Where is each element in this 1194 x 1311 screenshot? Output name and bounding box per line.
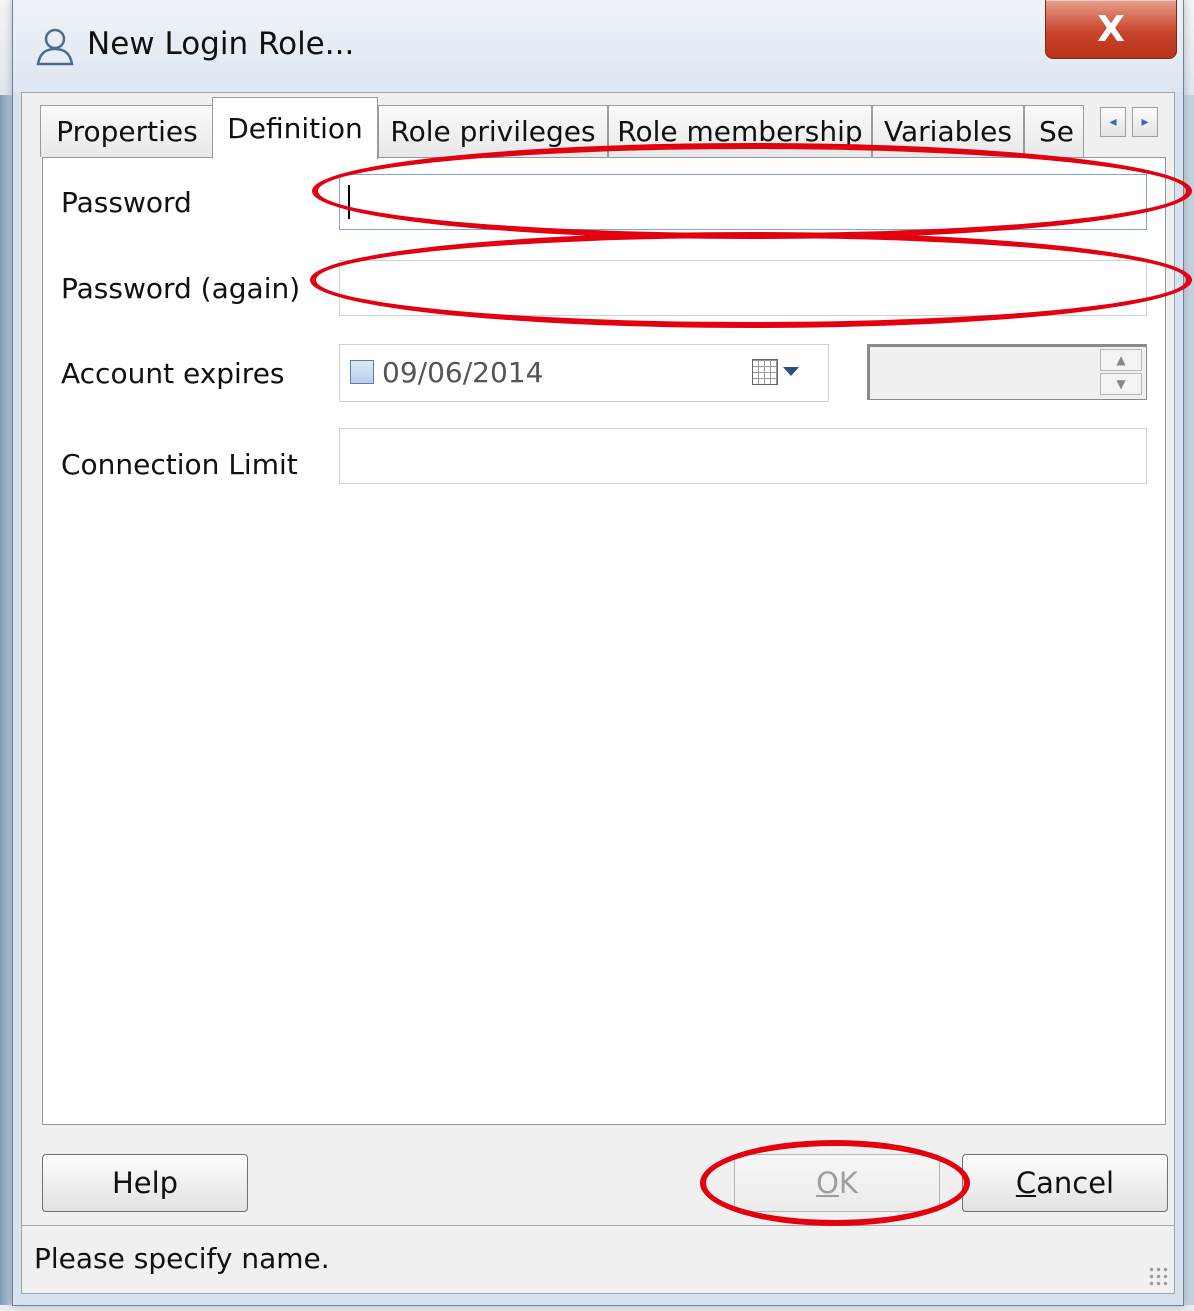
resize-grip-icon[interactable] <box>1148 1266 1168 1286</box>
user-icon <box>36 28 74 66</box>
tab-scroll-right-button[interactable]: ▸ <box>1132 107 1158 137</box>
status-message: Please specify name. <box>34 1242 330 1275</box>
cancel-button[interactable]: Cancel <box>962 1154 1168 1212</box>
connection-limit-field[interactable] <box>339 428 1147 484</box>
tab-label: Properties <box>56 115 198 148</box>
chevron-down-icon[interactable] <box>783 367 799 376</box>
password-again-field[interactable] <box>339 260 1147 316</box>
account-expires-checkbox[interactable] <box>350 360 374 384</box>
calendar-icon[interactable] <box>752 359 778 385</box>
spin-down-button[interactable]: ▼ <box>1100 373 1142 395</box>
account-expires-label: Account expires <box>61 357 285 390</box>
account-expires-date-picker[interactable]: 09/06/2014 <box>339 344 829 402</box>
connection-limit-label: Connection Limit <box>61 448 298 481</box>
tab-variables[interactable]: Variables <box>872 105 1024 157</box>
tab-definition[interactable]: Definition <box>212 97 378 159</box>
ok-label-rest: K <box>838 1166 858 1200</box>
help-button[interactable]: Help <box>42 1154 248 1212</box>
password-again-label: Password (again) <box>61 272 301 305</box>
arrow-left-icon: ◂ <box>1109 114 1117 130</box>
tab-scroll-left-button[interactable]: ◂ <box>1100 107 1126 137</box>
arrow-right-icon: ▸ <box>1141 114 1149 130</box>
title-bar[interactable]: New Login Role... X <box>13 0 1183 92</box>
tab-label: Se <box>1039 115 1074 148</box>
ok-button[interactable]: OK <box>734 1154 940 1212</box>
close-button[interactable]: X <box>1045 0 1177 59</box>
tab-label: Role membership <box>617 115 863 148</box>
dialog-body: Properties Definition Role privileges Ro… <box>21 92 1175 1294</box>
tab-role-privileges[interactable]: Role privileges <box>378 105 608 157</box>
tab-role-membership[interactable]: Role membership <box>608 105 872 157</box>
close-icon: X <box>1097 8 1125 50</box>
definition-panel: Password Password (again) Account expire… <box>42 157 1166 1125</box>
account-expires-time-field[interactable]: ▲ ▼ <box>867 344 1147 400</box>
tab-security-truncated[interactable]: Se <box>1024 105 1084 157</box>
password-label: Password <box>61 186 192 219</box>
account-expires-date: 09/06/2014 <box>382 356 544 389</box>
spin-up-button[interactable]: ▲ <box>1100 349 1142 371</box>
password-field[interactable] <box>339 174 1147 230</box>
tab-label: Definition <box>227 112 363 145</box>
text-caret <box>348 185 350 219</box>
ok-mnemonic: O <box>816 1166 839 1200</box>
cancel-mnemonic: C <box>1015 1166 1037 1200</box>
tab-properties[interactable]: Properties <box>40 105 214 157</box>
new-login-role-dialog: New Login Role... X Properties Definitio… <box>12 0 1184 1306</box>
tab-label: Role privileges <box>390 115 596 148</box>
status-bar: Please specify name. <box>22 1225 1174 1292</box>
window-title: New Login Role... <box>87 26 355 62</box>
tab-label: Variables <box>884 115 1012 148</box>
help-button-label: Help <box>111 1166 179 1200</box>
cancel-label-rest: ancel <box>1036 1166 1115 1200</box>
